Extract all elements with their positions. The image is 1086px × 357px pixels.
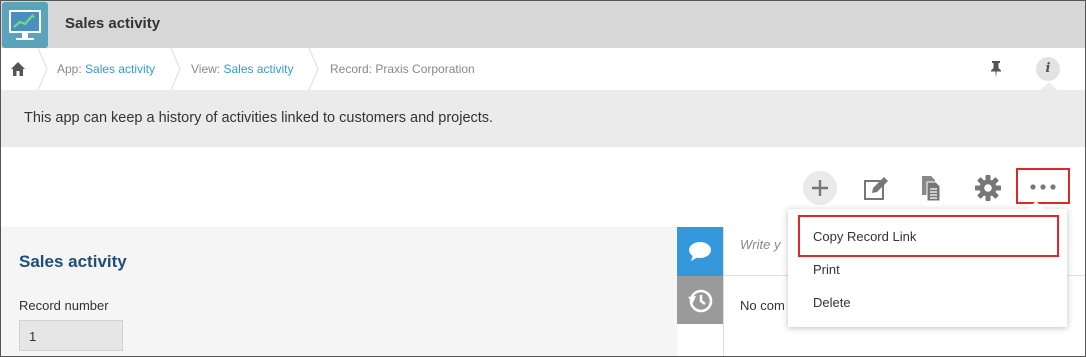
add-record-button[interactable] xyxy=(803,171,837,205)
app-window: Sales activity App: Sales activity View:… xyxy=(0,0,1086,357)
breadcrumb-app: App: Sales activity xyxy=(57,62,155,76)
info-icon[interactable]: i xyxy=(1036,57,1060,81)
breadcrumb-separator-icon xyxy=(170,48,181,90)
more-options-button[interactable] xyxy=(1016,168,1070,204)
app-description-text: This app can keep a history of activitie… xyxy=(24,110,494,126)
record-details: Sales activity Record number 1 xyxy=(1,227,677,356)
settings-button[interactable] xyxy=(971,171,1005,205)
more-options-menu: Copy Record Link Print Delete xyxy=(788,201,1067,327)
pin-icon[interactable] xyxy=(987,59,1005,79)
app-icon[interactable] xyxy=(2,2,48,48)
duplicate-record-button[interactable] xyxy=(914,171,948,205)
breadcrumb-view-prefix: View: xyxy=(191,62,224,76)
record-number-label: Record number xyxy=(19,298,109,313)
more-icon xyxy=(1030,184,1056,190)
breadcrumb-app-link[interactable]: Sales activity xyxy=(85,62,155,76)
duplicate-icon xyxy=(922,176,941,202)
history-icon xyxy=(688,289,713,313)
app-description: This app can keep a history of activitie… xyxy=(1,82,1085,147)
breadcrumb-app-prefix: App: xyxy=(57,62,86,76)
menu-item-delete[interactable]: Delete xyxy=(813,295,851,310)
monitor-chart-icon xyxy=(9,10,41,40)
breadcrumb-view: View: Sales activity xyxy=(191,62,294,76)
speech-bubble-icon xyxy=(689,242,711,261)
breadcrumb-separator-icon xyxy=(37,48,48,90)
menu-pointer xyxy=(1028,201,1044,209)
home-icon[interactable] xyxy=(9,60,27,78)
edit-icon xyxy=(864,177,888,200)
no-comments-text: No com xyxy=(740,298,785,313)
breadcrumb-separator-icon xyxy=(308,48,319,90)
section-title: Sales activity xyxy=(19,252,127,271)
add-icon xyxy=(812,180,828,196)
record-number-value: 1 xyxy=(19,320,123,351)
comment-input[interactable]: Write y xyxy=(740,237,780,252)
edit-record-button[interactable] xyxy=(859,171,893,205)
breadcrumb-record: Record: Praxis Corporation xyxy=(330,62,475,76)
breadcrumb-view-link[interactable]: Sales activity xyxy=(223,62,293,76)
menu-item-copy-record-link[interactable]: Copy Record Link xyxy=(813,229,916,244)
breadcrumb: App: Sales activity View: Sales activity… xyxy=(1,48,1085,90)
gear-icon xyxy=(975,175,1001,201)
history-tab[interactable] xyxy=(677,276,723,324)
app-title: Sales activity xyxy=(65,15,161,32)
comments-tab[interactable] xyxy=(677,227,723,276)
menu-item-print[interactable]: Print xyxy=(813,262,840,277)
app-header: Sales activity xyxy=(1,1,1085,48)
description-pointer xyxy=(1041,82,1057,90)
